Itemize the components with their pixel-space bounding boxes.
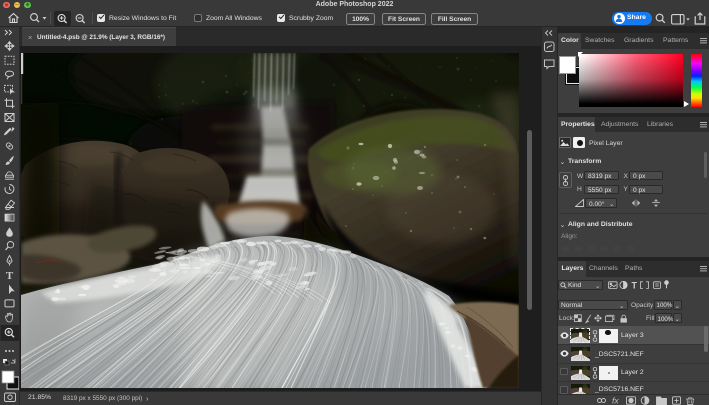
svg-text:T: T [6,270,14,282]
svg-text:T: T [632,280,638,290]
svg-text:fx: fx [612,396,619,405]
